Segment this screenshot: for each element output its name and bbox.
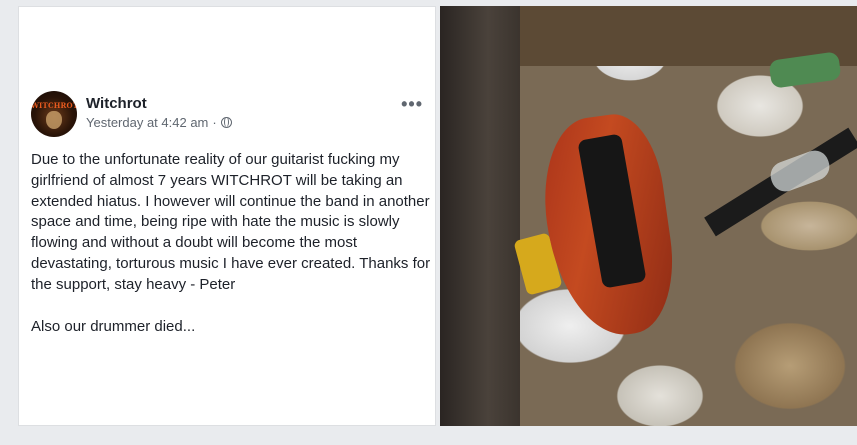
photo-wall bbox=[440, 6, 520, 426]
post-paragraph: Also our drummer died... bbox=[31, 317, 196, 335]
post-photo[interactable] bbox=[440, 6, 857, 426]
page-name[interactable]: Witchrot bbox=[86, 95, 232, 112]
post-card: WITCHROT Witchrot Yesterday at 4:42 am ·… bbox=[18, 6, 436, 426]
post-header: WITCHROT Witchrot Yesterday at 4:42 am · bbox=[31, 91, 232, 137]
post-paragraph: Due to the unfortunate reality of our gu… bbox=[31, 151, 431, 293]
timestamp[interactable]: Yesterday at 4:42 am bbox=[86, 115, 208, 130]
avatar-face bbox=[46, 111, 62, 129]
more-icon[interactable]: ••• bbox=[401, 95, 423, 113]
globe-icon[interactable] bbox=[220, 117, 232, 128]
post-meta: Witchrot Yesterday at 4:42 am · bbox=[86, 95, 232, 130]
avatar[interactable]: WITCHROT bbox=[31, 91, 77, 137]
timestamp-row: Yesterday at 4:42 am · bbox=[86, 115, 232, 130]
post-body: Due to the unfortunate reality of our gu… bbox=[31, 150, 431, 337]
avatar-logo: WITCHROT bbox=[31, 101, 77, 110]
separator: · bbox=[212, 115, 217, 130]
